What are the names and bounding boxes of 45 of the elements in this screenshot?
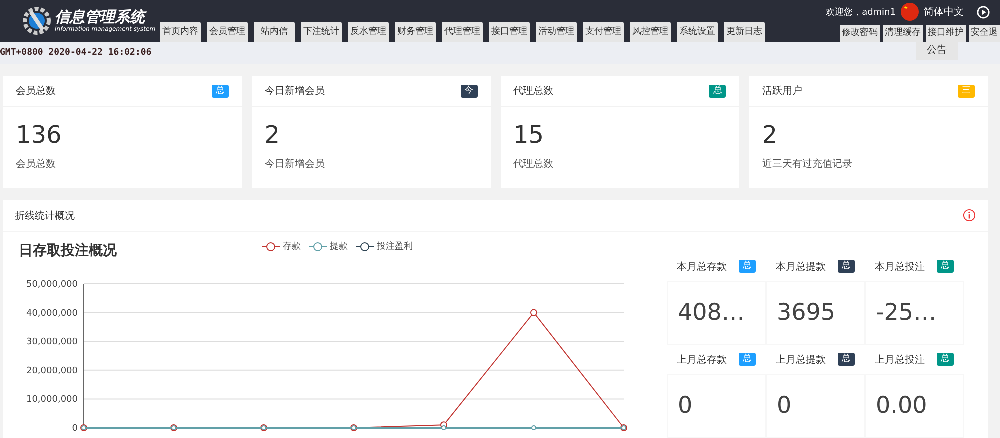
stat-value: 2 <box>761 120 779 149</box>
stat-caption: 会员总数 <box>15 158 57 171</box>
tag: 总 <box>739 353 756 366</box>
welcome-text: 欢迎您，admin1 <box>826 6 896 18</box>
axis-label: 20,000,000 <box>26 366 78 376</box>
tag: 总 <box>838 353 855 366</box>
tag: 总 <box>937 260 954 273</box>
stat-caption: 近三天有过充值记录 <box>761 158 854 171</box>
tag: 今 <box>460 84 478 98</box>
card-title: 会员总数 <box>16 84 56 98</box>
summary-label: 上月总投注 <box>875 354 925 366</box>
logo-title: 信息管理系统 <box>55 9 148 26</box>
panel-title: 折线统计概况 <box>15 210 75 222</box>
summary-value: 0 <box>667 374 766 438</box>
summary-value: 408… <box>667 281 766 345</box>
tag: 总 <box>838 260 855 273</box>
stat-value: 136 <box>15 120 63 149</box>
datetime-text: GMT+0800 2020-04-22 16:02:06 <box>0 48 152 58</box>
summary-value: 0.00 <box>865 374 964 438</box>
tag: 总 <box>937 353 954 366</box>
card-title: 代理总数 <box>514 84 554 98</box>
summary-value: -25… <box>865 281 964 345</box>
card-title: 今日新增会员 <box>264 84 325 98</box>
tag: 总 <box>212 84 229 98</box>
stat-value: 2 <box>264 120 282 149</box>
stat-caption: 今日新增会员 <box>264 158 326 171</box>
chart-title: 日存取投注概况 <box>19 242 117 260</box>
tag: 总 <box>739 260 756 273</box>
summary-label: 本月总提款 <box>776 260 826 274</box>
tag: 三 <box>958 84 975 98</box>
axis-label: 10,000,000 <box>26 395 78 406</box>
summary-label: 本月总存款 <box>677 260 727 274</box>
summary-label: 上月总提款 <box>776 354 826 366</box>
axis-label: 40,000,000 <box>26 308 78 319</box>
axis-label: 30,000,000 <box>26 338 78 348</box>
card-title: 活跃用户 <box>762 84 802 98</box>
summary-value: 3695 <box>766 281 865 345</box>
stat-value: 15 <box>512 120 546 149</box>
axis-label: 50,000,000 <box>26 280 78 290</box>
stat-caption: 代理总数 <box>512 158 554 171</box>
axis-label: 0 <box>72 424 78 434</box>
tag: 总 <box>709 84 726 98</box>
summary-label: 上月总存款 <box>677 354 727 366</box>
summary-label: 本月总投注 <box>875 260 925 274</box>
summary-value: 0 <box>766 374 865 438</box>
